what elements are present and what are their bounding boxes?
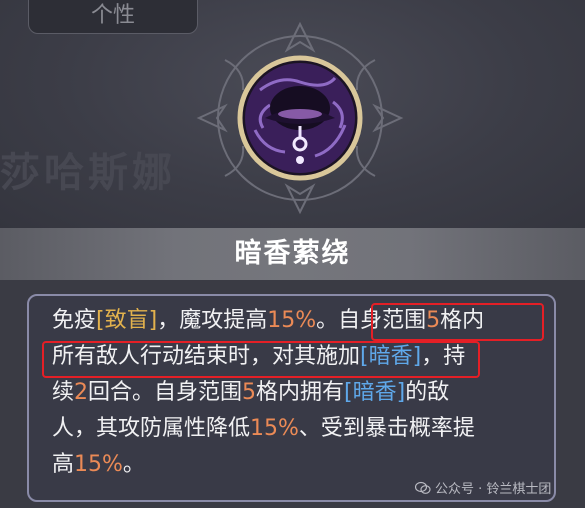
description-line-5: 高15%。 xyxy=(52,449,145,481)
watermark: 公众号 · 铃兰棋士团 xyxy=(415,478,551,497)
text-segment: 回合。自身范围 xyxy=(88,380,243,405)
bracket: [ xyxy=(344,380,353,405)
text-segment: 。 xyxy=(122,452,145,477)
bracket: ] xyxy=(148,308,158,333)
text-segment: 高 xyxy=(52,452,75,477)
description-line-3: 续2回合。自身范围5格内拥有[暗香]的敌 xyxy=(52,377,449,409)
text-segment: 的敌 xyxy=(405,380,450,405)
background-character-name: 莎哈斯娜 xyxy=(0,150,176,196)
value-percent: 15% xyxy=(74,452,123,477)
status-keyword-dark-fragrance: 暗香 xyxy=(352,380,397,405)
wechat-icon xyxy=(415,481,431,494)
value-range: 5 xyxy=(242,380,257,405)
skill-emblem xyxy=(196,21,404,215)
bracket: ] xyxy=(396,380,406,405)
value-percent: 15% xyxy=(250,416,299,441)
text-segment: 免疫 xyxy=(52,308,97,333)
status-keyword-blind: 致盲 xyxy=(104,308,149,333)
skill-title: 暗香萦绕 xyxy=(234,238,351,269)
value-percent: 15% xyxy=(267,308,317,333)
text-segment: 、受到暴击概率提 xyxy=(298,416,475,441)
description-line-4: 人，其攻防属性降低15%、受到暴击概率提 xyxy=(52,413,475,445)
highlight-box-effect xyxy=(42,341,480,378)
value-duration: 2 xyxy=(74,380,89,405)
tab-personality[interactable]: 个性 xyxy=(28,0,198,34)
highlight-box-range xyxy=(371,303,544,341)
text-segment: 格内拥有 xyxy=(256,380,345,405)
text-segment: 人，其攻防属性降低 xyxy=(52,416,251,441)
bracket: [ xyxy=(96,308,105,333)
text-segment: ，魔攻提高 xyxy=(157,308,268,333)
text-segment: 续 xyxy=(52,380,75,405)
watermark-text: 公众号 · 铃兰棋士团 xyxy=(435,482,552,497)
text-segment: 。 xyxy=(316,308,339,333)
